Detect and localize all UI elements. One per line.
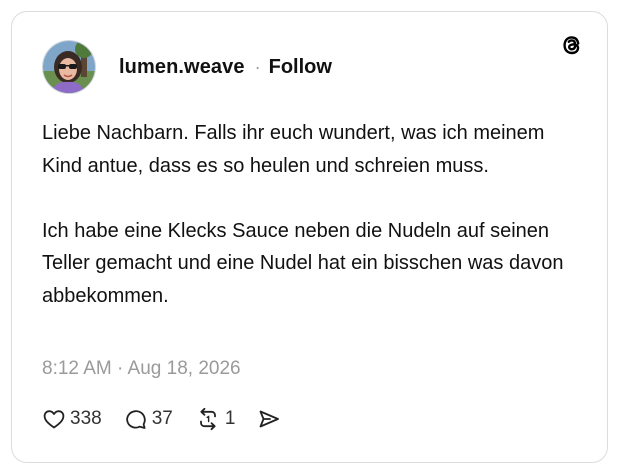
threads-logo-icon[interactable] — [559, 32, 585, 58]
post-header: lumen.weave · Follow — [42, 39, 332, 95]
separator-dot: · — [254, 56, 261, 77]
like-button[interactable]: 338 — [42, 407, 102, 431]
post-timestamp[interactable]: 8:12 AM · Aug 18, 2026 — [42, 358, 241, 380]
username[interactable]: lumen.weave — [119, 56, 245, 79]
post-paragraph: Ich habe eine Klecks Sauce neben die Nud… — [42, 219, 564, 307]
reply-count: 37 — [151, 408, 173, 429]
repost-icon — [195, 407, 221, 431]
post-card: lumen.weave · Follow Liebe Nachbarn. Fal… — [11, 11, 608, 463]
speech-bubble-icon — [124, 407, 148, 431]
send-icon — [257, 407, 281, 431]
avatar[interactable] — [42, 40, 96, 94]
post-paragraph: Liebe Nachbarn. Falls ihr euch wundert, … — [42, 122, 545, 177]
repost-button[interactable]: 1 — [195, 407, 236, 431]
repost-count: 1 — [224, 408, 236, 429]
heart-icon — [42, 407, 66, 431]
reply-button[interactable]: 37 — [124, 407, 173, 431]
follow-button[interactable]: Follow — [269, 56, 332, 79]
action-bar: 338 37 1 — [42, 407, 303, 431]
like-count: 338 — [70, 408, 102, 429]
share-button[interactable] — [257, 407, 281, 431]
post-body: Liebe Nachbarn. Falls ihr euch wundert, … — [42, 117, 582, 312]
